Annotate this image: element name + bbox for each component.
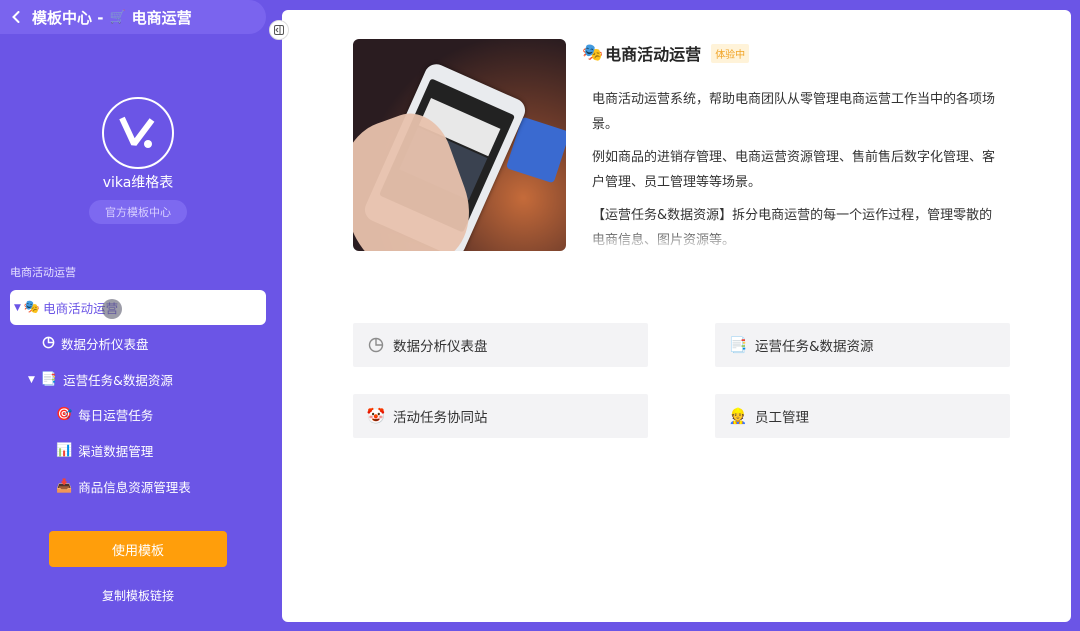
- description-paragraph: 例如商品的进销存管理、电商运营资源管理、售前售后数字化管理、客户管理、员工管理等…: [592, 150, 996, 190]
- title-bar: 模板中心 - 🛒 电商运营: [0, 0, 266, 34]
- document-icon: 📑: [40, 372, 58, 387]
- mask-icon: 🎭: [582, 42, 604, 63]
- card-label: 活动任务协同站: [393, 410, 488, 426]
- brand-name: vika维格表: [102, 175, 174, 191]
- template-detail-panel: 🎭 电商活动运营 体验中 电商活动运营系统，帮助电商团队从零管理电商运营工作当中…: [282, 10, 1071, 622]
- tree-item-ops-tasks[interactable]: ▼ 📑 运营任务&数据资源: [28, 370, 173, 389]
- page-title: 模板中心 - 🛒 电商运营: [32, 7, 192, 28]
- description-paragraph: 电商活动运营系统，帮助电商团队从零管理电商运营工作当中的各项场景。: [592, 92, 996, 132]
- title-name: 电商运营: [131, 8, 192, 27]
- tree-item-product-resources[interactable]: 📥 商品信息资源管理表: [56, 477, 191, 496]
- template-title: 电商活动运营: [605, 45, 702, 64]
- node-card-dashboard[interactable]: 数据分析仪表盘: [353, 323, 648, 367]
- back-arrow-icon[interactable]: [10, 10, 22, 24]
- official-badge: 官方模板中心: [89, 200, 187, 224]
- title-prefix: 模板中心 -: [32, 8, 104, 27]
- inbox-icon: 📥: [56, 479, 73, 494]
- tree-item-daily-tasks[interactable]: 🎯 每日运营任务: [56, 405, 153, 424]
- card-label: 数据分析仪表盘: [393, 339, 488, 355]
- tree-item-label: 商品信息资源管理表: [78, 480, 191, 495]
- tree-item-label: 每日运营任务: [78, 408, 154, 423]
- document-icon: 📑: [728, 336, 748, 354]
- hero-image: [353, 39, 566, 251]
- vika-logo: [102, 97, 174, 169]
- mask-icon: 🎭: [23, 300, 41, 315]
- clown-icon: 🤡: [366, 407, 386, 425]
- bar-chart-icon: 📊: [56, 443, 73, 458]
- tree-item-ecommerce-ops[interactable]: ▼ 🎭 电商活动运营: [10, 290, 266, 325]
- collapse-sidebar-icon[interactable]: [269, 20, 289, 40]
- node-card-ops-tasks[interactable]: 📑 运营任务&数据资源: [715, 323, 1010, 367]
- cursor-indicator: [102, 299, 122, 319]
- node-card-staff[interactable]: 👷 员工管理: [715, 394, 1010, 438]
- caret-down-icon[interactable]: ▼: [14, 303, 21, 313]
- copy-template-link[interactable]: 复制模板链接: [0, 587, 276, 604]
- tree-item-dashboard[interactable]: 数据分析仪表盘: [42, 334, 149, 353]
- tree-item-label: 渠道数据管理: [78, 444, 154, 459]
- tree-item-channel-data[interactable]: 📊 渠道数据管理: [56, 441, 153, 460]
- cart-icon: 🛒: [109, 9, 126, 25]
- tree-item-label: 数据分析仪表盘: [61, 337, 149, 352]
- trial-badge: 体验中: [711, 43, 750, 63]
- card-label: 员工管理: [755, 410, 809, 426]
- dashboard-icon: [367, 337, 385, 353]
- tree-item-label: 运营任务&数据资源: [63, 373, 173, 388]
- description-fade: [582, 228, 1012, 252]
- caret-down-icon[interactable]: ▼: [28, 375, 35, 385]
- card-label: 运营任务&数据资源: [755, 339, 874, 355]
- section-label: 电商活动运营: [10, 266, 76, 279]
- node-card-activity-collab[interactable]: 🤡 活动任务协同站: [353, 394, 648, 438]
- worker-icon: 👷: [728, 407, 748, 425]
- template-heading: 🎭 电商活动运营 体验中: [582, 41, 750, 65]
- use-template-button[interactable]: 使用模板: [49, 531, 227, 567]
- target-icon: 🎯: [56, 407, 73, 422]
- dashboard-icon: [42, 336, 55, 352]
